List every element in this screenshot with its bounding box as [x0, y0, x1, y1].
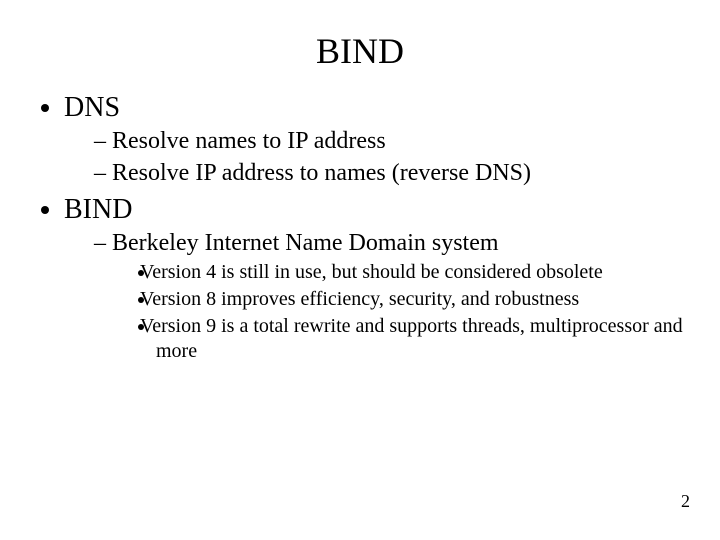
list-item: Version 9 is a total rewrite and support… — [156, 314, 690, 364]
list-item: Version 4 is still in use, but should be… — [156, 260, 690, 285]
bullet-bind-label: BIND — [64, 194, 132, 225]
bullet-bind: BIND Berkeley Internet Name Domain syste… — [64, 194, 690, 364]
list-item: Resolve IP address to names (reverse DNS… — [94, 158, 690, 188]
bullet-dns-label: DNS — [64, 92, 120, 123]
slide-title: BIND — [30, 30, 690, 72]
slide: BIND DNS Resolve names to IP address Res… — [0, 0, 720, 540]
bullet-list-level1: DNS Resolve names to IP address Resolve … — [30, 92, 690, 364]
bullet-list-level2-dns: Resolve names to IP address Resolve IP a… — [64, 126, 690, 188]
list-item: Berkeley Internet Name Domain system Ver… — [94, 228, 690, 364]
list-item-label: Berkeley Internet Name Domain system — [112, 230, 499, 256]
page-number: 2 — [681, 491, 690, 512]
list-item: Resolve names to IP address — [94, 126, 690, 156]
bullet-list-level3: Version 4 is still in use, but should be… — [110, 260, 690, 364]
list-item: Version 8 improves efficiency, security,… — [156, 287, 690, 312]
bullet-dns: DNS Resolve names to IP address Resolve … — [64, 92, 690, 188]
bullet-list-level2-bind: Berkeley Internet Name Domain system Ver… — [64, 228, 690, 364]
